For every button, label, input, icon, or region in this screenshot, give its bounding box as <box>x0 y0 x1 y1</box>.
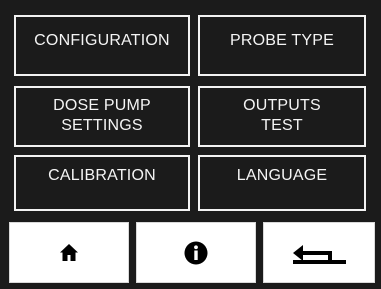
home-icon <box>60 244 78 261</box>
configuration-label: CONFIGURATION <box>34 31 170 49</box>
outputs-test-button[interactable]: OUTPUTS TEST <box>198 86 366 147</box>
dose-pump-settings-label: DOSE PUMP SETTINGS <box>53 96 151 134</box>
return-arrow-icon <box>293 244 346 264</box>
probe-type-button[interactable]: PROBE TYPE <box>198 15 366 76</box>
outputs-test-label: OUTPUTS TEST <box>243 96 321 134</box>
menu-screen: CONFIGURATION PROBE TYPE DOSE PUMP SETTI… <box>0 0 381 289</box>
language-label: LANGUAGE <box>236 167 328 184</box>
home-button[interactable] <box>9 222 129 283</box>
back-button[interactable] <box>263 222 375 283</box>
calibration-label: CALIBRATION <box>48 167 156 184</box>
language-button[interactable]: LANGUAGE <box>198 155 366 211</box>
probe-type-label: PROBE TYPE <box>230 31 334 49</box>
configuration-button[interactable]: CONFIGURATION <box>14 15 190 76</box>
calibration-button[interactable]: CALIBRATION <box>14 155 190 211</box>
dose-pump-settings-button[interactable]: DOSE PUMP SETTINGS <box>14 86 190 147</box>
info-button[interactable] <box>136 222 256 283</box>
info-icon <box>184 241 208 264</box>
